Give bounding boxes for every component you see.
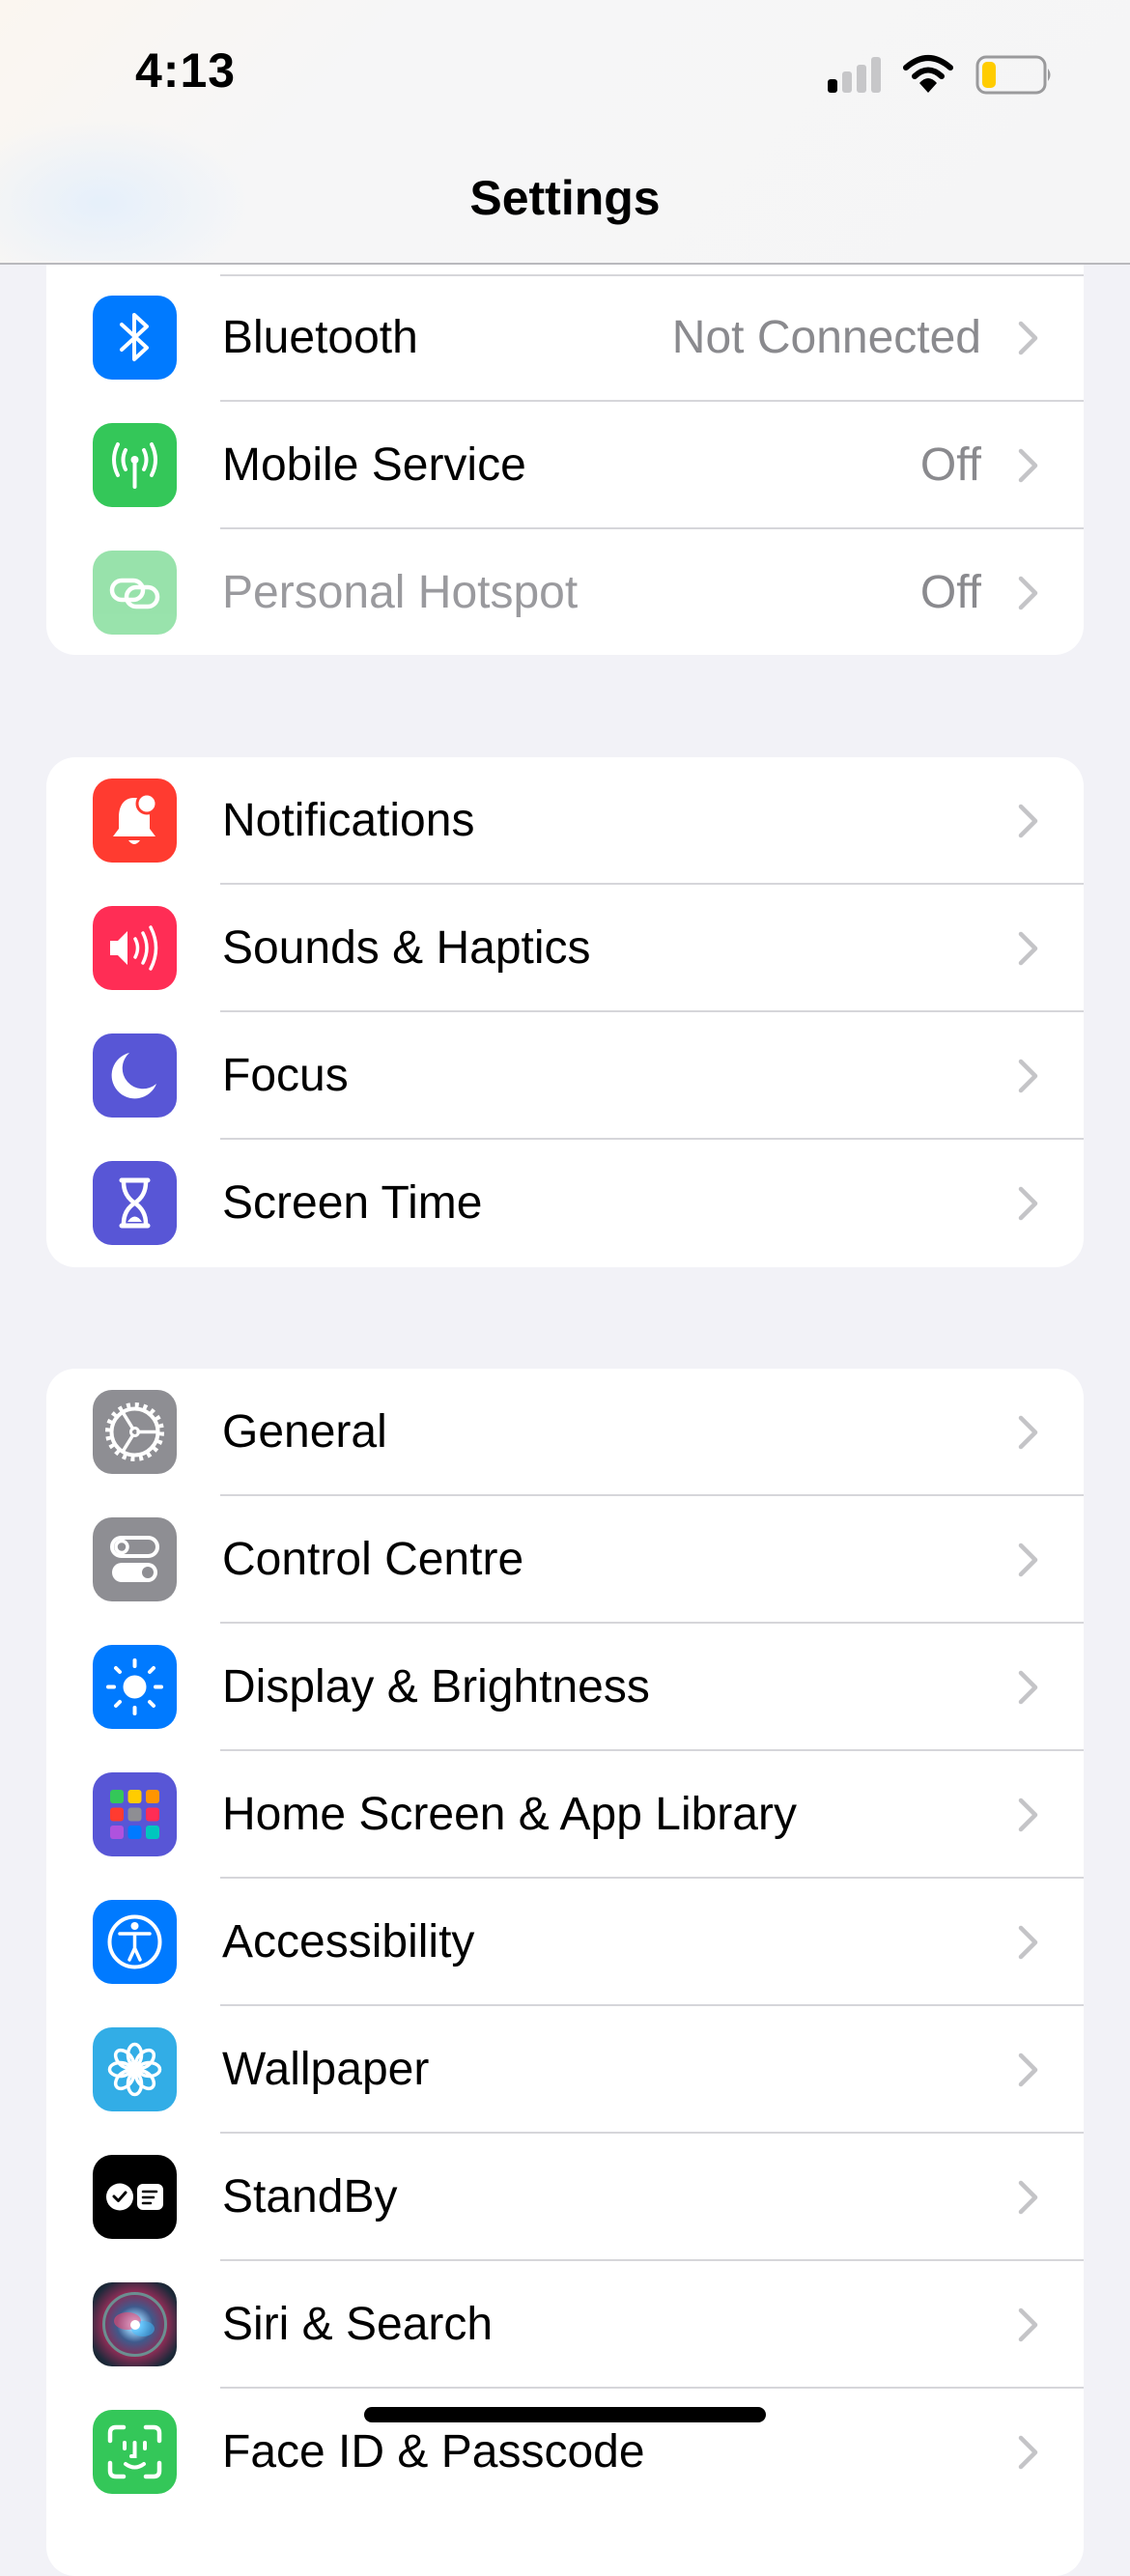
link-icon [93,551,177,635]
accessibility-icon [93,1900,177,1984]
row-label: General [222,1406,387,1458]
row-display-brightness[interactable]: Display & Brightness [46,1624,1084,1751]
row-label: Notifications [222,795,475,846]
app-grid-icon [93,1772,177,1856]
flower-icon [93,2027,177,2111]
row-bluetooth[interactable]: Bluetooth Not Connected [46,274,1084,402]
toggles-icon [93,1517,177,1601]
face-id-icon [93,2410,177,2494]
wifi-icon [903,55,953,93]
chevron-right-icon [1018,1186,1038,1221]
chevron-right-icon [1018,2307,1038,2342]
antenna-icon [93,423,177,507]
row-notifications[interactable]: Notifications [46,757,1084,885]
chevron-right-icon [1018,2435,1038,2470]
row-label: Mobile Service [222,439,526,491]
moon-icon [93,1033,177,1118]
chevron-right-icon [1018,576,1038,610]
row-home-screen[interactable]: Home Screen & App Library [46,1751,1084,1879]
row-label: Screen Time [222,1177,483,1229]
navigation-bar: 4:13 Settings [0,0,1130,265]
general-section: General Control Centre Display & Brightn… [46,1369,1084,2576]
row-label: Accessibility [222,1916,475,1967]
notifications-section: Notifications Sounds & Haptics Focus Scr… [46,757,1084,1267]
row-value: Off [919,567,981,618]
chevron-right-icon [1018,1798,1038,1832]
chevron-right-icon [1018,2052,1038,2087]
chevron-right-icon [1018,804,1038,838]
row-standby[interactable]: StandBy [46,2134,1084,2261]
chevron-right-icon [1018,2180,1038,2215]
row-accessibility[interactable]: Accessibility [46,1879,1084,2006]
row-label: Bluetooth [222,312,418,363]
row-personal-hotspot[interactable]: Personal Hotspot Off [46,529,1084,655]
chevron-right-icon [1018,1059,1038,1093]
chevron-right-icon [1018,1925,1038,1960]
chevron-right-icon [1018,1670,1038,1705]
row-label: Personal Hotspot [222,567,579,618]
row-mobile-service[interactable]: Mobile Service Off [46,402,1084,529]
row-focus[interactable]: Focus [46,1012,1084,1140]
row-control-centre[interactable]: Control Centre [46,1496,1084,1624]
chevron-right-icon [1018,1415,1038,1450]
cellular-signal-icon [828,57,881,93]
row-label: Home Screen & App Library [222,1789,797,1840]
gear-icon [93,1390,177,1474]
status-time: 4:13 [135,43,237,98]
hourglass-icon [93,1161,177,1245]
chevron-right-icon [1018,1543,1038,1577]
row-label: Wallpaper [222,2044,430,2095]
row-label: Control Centre [222,1534,524,1585]
home-indicator[interactable] [364,2407,766,2422]
connectivity-section: Bluetooth Not Connected Mobile Service O… [46,232,1084,655]
chevron-right-icon [1018,448,1038,483]
battery-icon [975,55,1051,95]
chevron-right-icon [1018,321,1038,355]
row-label: Sounds & Haptics [222,922,591,974]
bluetooth-icon [93,296,177,380]
row-label: StandBy [222,2171,398,2222]
speaker-icon [93,906,177,990]
row-screen-time[interactable]: Screen Time [46,1140,1084,1267]
row-general[interactable]: General [46,1369,1084,1496]
row-sounds-haptics[interactable]: Sounds & Haptics [46,885,1084,1012]
row-label: Siri & Search [222,2299,494,2350]
settings-list[interactable]: Bluetooth Not Connected Mobile Service O… [0,0,1130,2576]
siri-icon [93,2282,177,2366]
row-siri-search[interactable]: Siri & Search [46,2261,1084,2389]
row-value: Not Connected [671,312,981,363]
sun-icon [93,1645,177,1729]
standby-icon [93,2155,177,2239]
bell-icon [93,778,177,863]
row-value: Off [919,439,981,491]
row-label: Focus [222,1050,349,1101]
chevron-right-icon [1018,931,1038,966]
row-wallpaper[interactable]: Wallpaper [46,2006,1084,2134]
page-title: Settings [469,171,661,225]
row-label: Display & Brightness [222,1661,650,1713]
